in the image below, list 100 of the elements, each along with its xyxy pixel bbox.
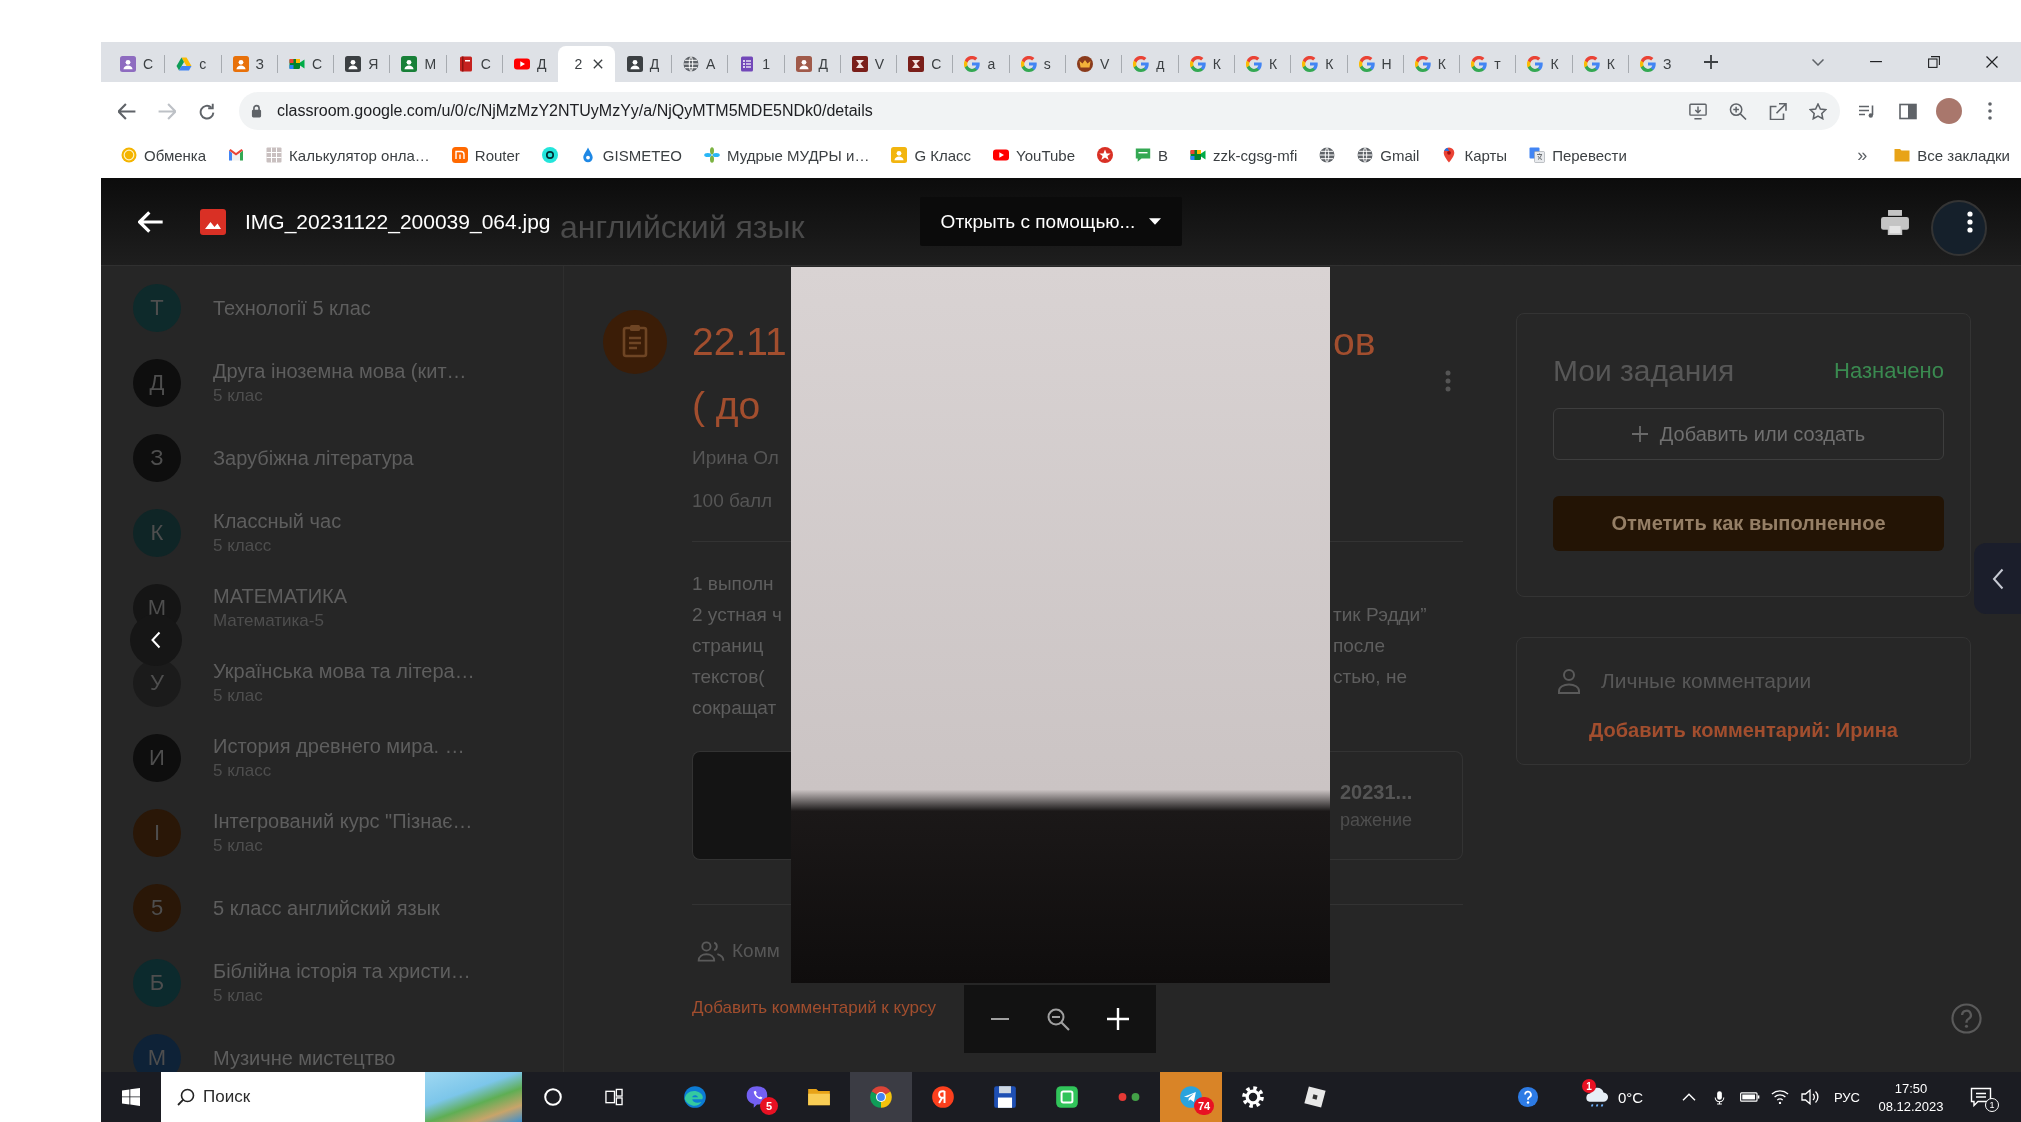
description-text: страниц xyxy=(692,634,764,657)
notification-icon[interactable] xyxy=(1970,1087,1992,1107)
bookmark[interactable]: Gmail xyxy=(1350,140,1427,170)
browser-tab[interactable]: С xyxy=(276,46,334,82)
address-field[interactable]: classroom.google.com/u/0/c/NjMzMzY2NTUyMzYy/a/NjQyMTM5MDE5NDk0/details xyxy=(239,92,1840,130)
more-bookmarks-button[interactable]: » xyxy=(1851,140,1874,170)
restore-icon[interactable] xyxy=(1928,56,1940,68)
bookmark[interactable]: zzk-cgsg-mfi xyxy=(1183,140,1305,170)
speaker-icon[interactable] xyxy=(1801,1089,1819,1105)
status-label: Назначено xyxy=(1834,358,1944,384)
browser-tab[interactable]: с xyxy=(164,46,221,82)
browser-tab[interactable]: Д xyxy=(502,46,559,82)
new-tab-icon[interactable] xyxy=(1704,55,1719,69)
task-view-icon[interactable] xyxy=(604,1088,623,1106)
browser-tab[interactable]: т xyxy=(1459,46,1516,82)
bookmark[interactable]: В xyxy=(1128,140,1176,170)
close-icon[interactable] xyxy=(1986,56,1998,68)
plus-icon[interactable] xyxy=(1107,1008,1130,1030)
open-with-button[interactable]: Открыть с помощью... xyxy=(920,197,1182,246)
side-panel-icon[interactable] xyxy=(1898,102,1917,120)
profile-avatar[interactable] xyxy=(1935,98,1962,124)
bookmark[interactable]: GISMETEO xyxy=(572,140,690,170)
microphone-icon[interactable] xyxy=(1713,1089,1725,1105)
bookmark[interactable]: Router xyxy=(444,140,527,170)
back-arrow-icon[interactable] xyxy=(138,211,164,233)
browser-tab[interactable]: Д xyxy=(783,46,840,82)
zoom-in-icon[interactable] xyxy=(1729,102,1747,120)
browser-tab[interactable]: К xyxy=(1515,46,1572,82)
chevron-down-icon[interactable] xyxy=(1812,58,1824,66)
search-field[interactable]: Поиск xyxy=(203,1082,417,1112)
envelope-icon xyxy=(228,147,245,163)
square-app-icon xyxy=(1054,1084,1080,1110)
browser-tab[interactable]: К xyxy=(1402,46,1460,82)
browser-tab[interactable]: К xyxy=(1290,46,1347,82)
install-icon[interactable] xyxy=(1689,102,1707,120)
clock-date[interactable]: 08.12.2023 xyxy=(1878,1098,1944,1114)
browser-tab[interactable]: С xyxy=(896,46,953,82)
browser-tab[interactable]: К xyxy=(1233,46,1291,82)
bookmark[interactable]: Перевести xyxy=(1522,140,1634,170)
browser-tab[interactable]: З xyxy=(220,46,277,82)
printer-icon[interactable] xyxy=(1881,210,1909,235)
search-icon xyxy=(177,1088,195,1106)
taskbar-button[interactable]: 5 xyxy=(726,1072,788,1122)
description-text: стью, не xyxy=(1333,665,1407,688)
browser-tab[interactable]: А xyxy=(670,46,728,82)
description-text: тик Рэдди” xyxy=(1333,603,1427,626)
close-icon[interactable] xyxy=(593,59,604,69)
lock-icon[interactable] xyxy=(251,104,262,118)
share-icon[interactable] xyxy=(1769,102,1787,120)
browser-tab[interactable]: 1 xyxy=(727,46,784,82)
browser-tab[interactable]: С xyxy=(445,46,503,82)
video-camera-icon xyxy=(1190,147,1207,163)
window-panes-icon[interactable] xyxy=(122,1088,140,1106)
browser-tab[interactable]: К xyxy=(1571,46,1628,82)
browser-tab[interactable]: V xyxy=(1065,46,1122,82)
side-panel-toggle[interactable] xyxy=(1974,543,2021,614)
bookmark[interactable]: G Класс xyxy=(884,140,979,170)
course-avatar: З xyxy=(133,433,181,482)
browser-tab[interactable]: V xyxy=(839,46,897,82)
browser-tab[interactable]: К xyxy=(1177,46,1234,82)
battery-icon[interactable] xyxy=(1739,1092,1760,1102)
circle-icon[interactable] xyxy=(543,1088,562,1106)
bookmark[interactable]: Мудрые МУДРЫ и… xyxy=(697,140,877,170)
browser-tab[interactable]: С xyxy=(108,46,165,82)
help-icon[interactable] xyxy=(1517,1086,1539,1108)
wifi-icon[interactable] xyxy=(1771,1089,1789,1105)
bookmark[interactable]: YouTube xyxy=(986,140,1083,170)
browser-tab[interactable]: s xyxy=(1008,46,1066,82)
zoom-out-icon[interactable] xyxy=(1046,1007,1070,1031)
search-bar[interactable]: Поиск xyxy=(161,1072,522,1122)
g-logo-icon xyxy=(1245,56,1262,72)
bookmark[interactable]: Калькулятор онла… xyxy=(259,140,437,170)
mark-done-button[interactable]: Отметить как выполненное xyxy=(1553,496,1944,551)
course-avatar: Б xyxy=(133,958,181,1007)
browser-tab[interactable]: Н xyxy=(1346,46,1403,82)
weather-button[interactable]: 1 0°C xyxy=(1574,1072,1674,1122)
more-icon[interactable] xyxy=(1967,211,1973,233)
browser-tab[interactable]: а xyxy=(952,46,1009,82)
browser-tab[interactable]: З xyxy=(1628,46,1685,82)
menu-icon[interactable] xyxy=(1987,102,1992,120)
language-indicator[interactable]: РУС xyxy=(1833,1089,1860,1105)
star-icon[interactable] xyxy=(1809,102,1827,120)
taskbar-button[interactable] xyxy=(850,1072,912,1122)
bookmark[interactable]: Карты xyxy=(1434,140,1515,170)
browser-tab[interactable]: Я xyxy=(333,46,390,82)
browser-tab[interactable]: М xyxy=(389,46,446,82)
bookmark[interactable]: Обменка xyxy=(114,140,214,170)
browser-tab[interactable]: 2 xyxy=(558,46,615,82)
all-bookmarks-button[interactable]: Все закладки xyxy=(1887,140,2017,170)
grid-icon xyxy=(266,147,283,163)
taskbar-button[interactable]: 74 xyxy=(1160,1072,1222,1122)
minimize-icon[interactable] xyxy=(1870,61,1882,63)
minus-icon[interactable] xyxy=(990,1018,1009,1020)
chevron-up-icon[interactable] xyxy=(1682,1093,1696,1101)
g-logo-icon xyxy=(1640,56,1656,72)
reload-icon[interactable] xyxy=(198,102,216,120)
clock-time[interactable]: 17:50 xyxy=(1894,1080,1928,1096)
browser-tab[interactable]: Д xyxy=(614,46,671,82)
back-icon[interactable] xyxy=(118,102,136,120)
browser-tab[interactable]: д xyxy=(1121,46,1178,82)
